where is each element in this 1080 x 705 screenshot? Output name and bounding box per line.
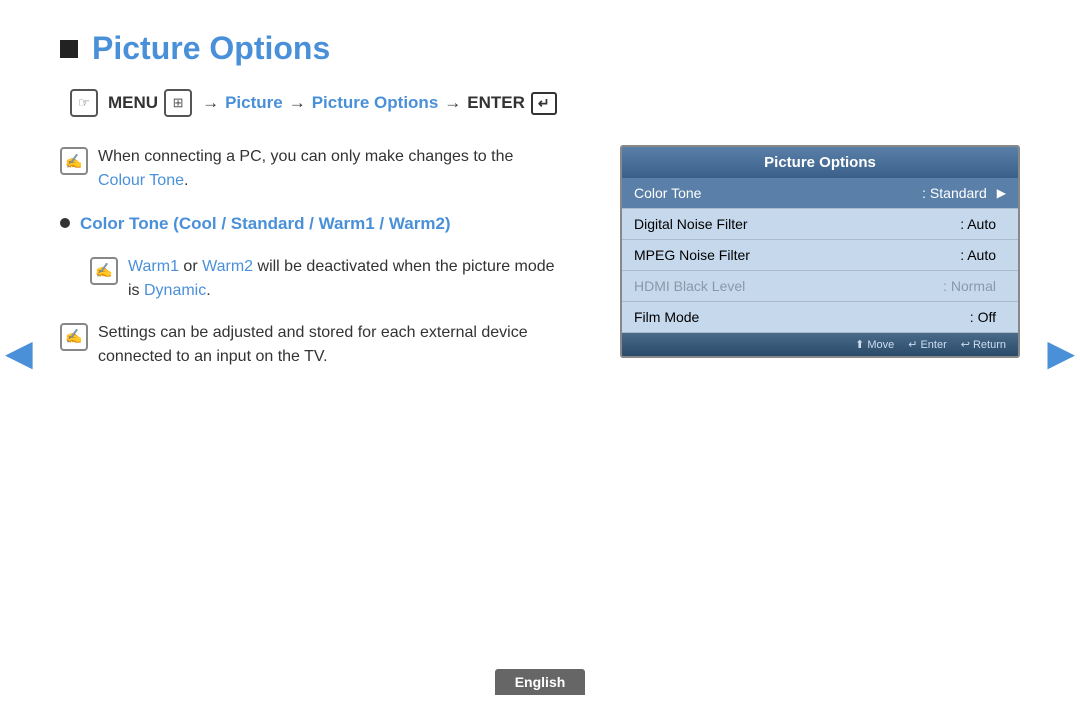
tv-menu-item-digital-noise[interactable]: Digital Noise Filter : Auto	[622, 209, 1018, 240]
nav-arrow-right[interactable]: ▶	[1047, 332, 1075, 374]
note-text-2: Warm1 or Warm2 will be deactivated when …	[128, 255, 560, 303]
tv-value-film-mode: : Off	[970, 309, 996, 325]
menu-step2: Picture Options	[312, 93, 439, 113]
menu-grid-icon: ⊞	[164, 89, 192, 117]
nav-arrow-left[interactable]: ◀	[5, 332, 33, 374]
title-square-icon	[60, 40, 78, 58]
note-icon-2: ✍	[90, 257, 118, 285]
menu-arrow3: →	[444, 93, 461, 113]
tv-ui-header: Picture Options	[622, 147, 1018, 178]
menu-enter-label: ENTER	[467, 93, 525, 113]
tv-label-mpeg-noise: MPEG Noise Filter	[634, 247, 960, 263]
tv-footer-enter: ↵ Enter	[908, 338, 947, 351]
return-label: Return	[973, 339, 1006, 351]
colour-tone-link: Colour Tone	[98, 172, 184, 189]
tv-value-color-tone: : Standard	[922, 185, 987, 201]
menu-path: ☞ MENU ⊞ → Picture → Picture Options → E…	[70, 89, 1020, 117]
tv-label-digital-noise: Digital Noise Filter	[634, 216, 960, 232]
warm2-link: Warm2	[202, 258, 253, 275]
note-text-3: Settings can be adjusted and stored for …	[98, 321, 560, 369]
title-section: Picture Options	[60, 30, 1020, 67]
menu-step1: Picture	[225, 93, 283, 113]
page-container: Picture Options ☞ MENU ⊞ → Picture → Pic…	[0, 0, 1080, 705]
tv-ui-mockup: Picture Options Color Tone : Standard ▶ …	[620, 145, 1020, 358]
note-item-2: ✍ Warm1 or Warm2 will be deactivated whe…	[90, 255, 560, 303]
tv-footer-return: ↩ Return	[961, 338, 1006, 351]
tv-menu-item-mpeg-noise[interactable]: MPEG Noise Filter : Auto	[622, 240, 1018, 271]
tv-label-hdmi-black: HDMI Black Level	[634, 278, 943, 294]
tv-label-film-mode: Film Mode	[634, 309, 970, 325]
tv-menu-item-hdmi-black: HDMI Black Level : Normal	[622, 271, 1018, 302]
note-icon-1: ✍	[60, 147, 88, 175]
bottom-language-bar: English	[0, 669, 1080, 705]
language-tab[interactable]: English	[495, 669, 586, 695]
tv-menu-item-color-tone[interactable]: Color Tone : Standard ▶	[622, 178, 1018, 209]
note-item-1: ✍ When connecting a PC, you can only mak…	[60, 145, 560, 193]
tv-footer: ⬆ Move ↵ Enter ↩ Return	[622, 333, 1018, 356]
note-icon-3: ✍	[60, 323, 88, 351]
note-text-1: When connecting a PC, you can only make …	[98, 145, 560, 193]
bullet-dot-icon	[60, 218, 70, 228]
enter-icon: ↵	[908, 338, 917, 351]
bullet-item-color-tone: Color Tone (Cool / Standard / Warm1 / Wa…	[60, 211, 560, 237]
tv-value-digital-noise: : Auto	[960, 216, 996, 232]
move-label: Move	[867, 339, 894, 351]
menu-remote-icon: ☞	[70, 89, 98, 117]
dynamic-link: Dynamic	[144, 282, 206, 299]
content-area: ✍ When connecting a PC, you can only mak…	[60, 145, 1020, 387]
tv-footer-move: ⬆ Move	[855, 338, 894, 351]
menu-arrow1: →	[202, 93, 219, 113]
tv-value-hdmi-black: : Normal	[943, 278, 996, 294]
enter-footer-label: Enter	[920, 339, 946, 351]
enter-box-icon: ↵	[531, 92, 557, 115]
tv-label-color-tone: Color Tone	[634, 185, 922, 201]
return-icon: ↩	[961, 338, 970, 351]
menu-arrow2: →	[289, 93, 306, 113]
note-item-3: ✍ Settings can be adjusted and stored fo…	[60, 321, 560, 369]
page-title: Picture Options	[92, 30, 330, 67]
right-column: Picture Options Color Tone : Standard ▶ …	[620, 145, 1020, 387]
tv-value-mpeg-noise: : Auto	[960, 247, 996, 263]
menu-label: MENU	[108, 93, 158, 113]
tv-arrow-color-tone: ▶	[997, 186, 1006, 200]
tv-menu-item-film-mode[interactable]: Film Mode : Off	[622, 302, 1018, 333]
left-column: ✍ When connecting a PC, you can only mak…	[60, 145, 580, 387]
bullet-label: Color Tone (Cool / Standard / Warm1 / Wa…	[80, 211, 451, 237]
move-icon: ⬆	[855, 338, 864, 351]
warm1-link: Warm1	[128, 258, 179, 275]
tv-menu-list: Color Tone : Standard ▶ Digital Noise Fi…	[622, 178, 1018, 333]
